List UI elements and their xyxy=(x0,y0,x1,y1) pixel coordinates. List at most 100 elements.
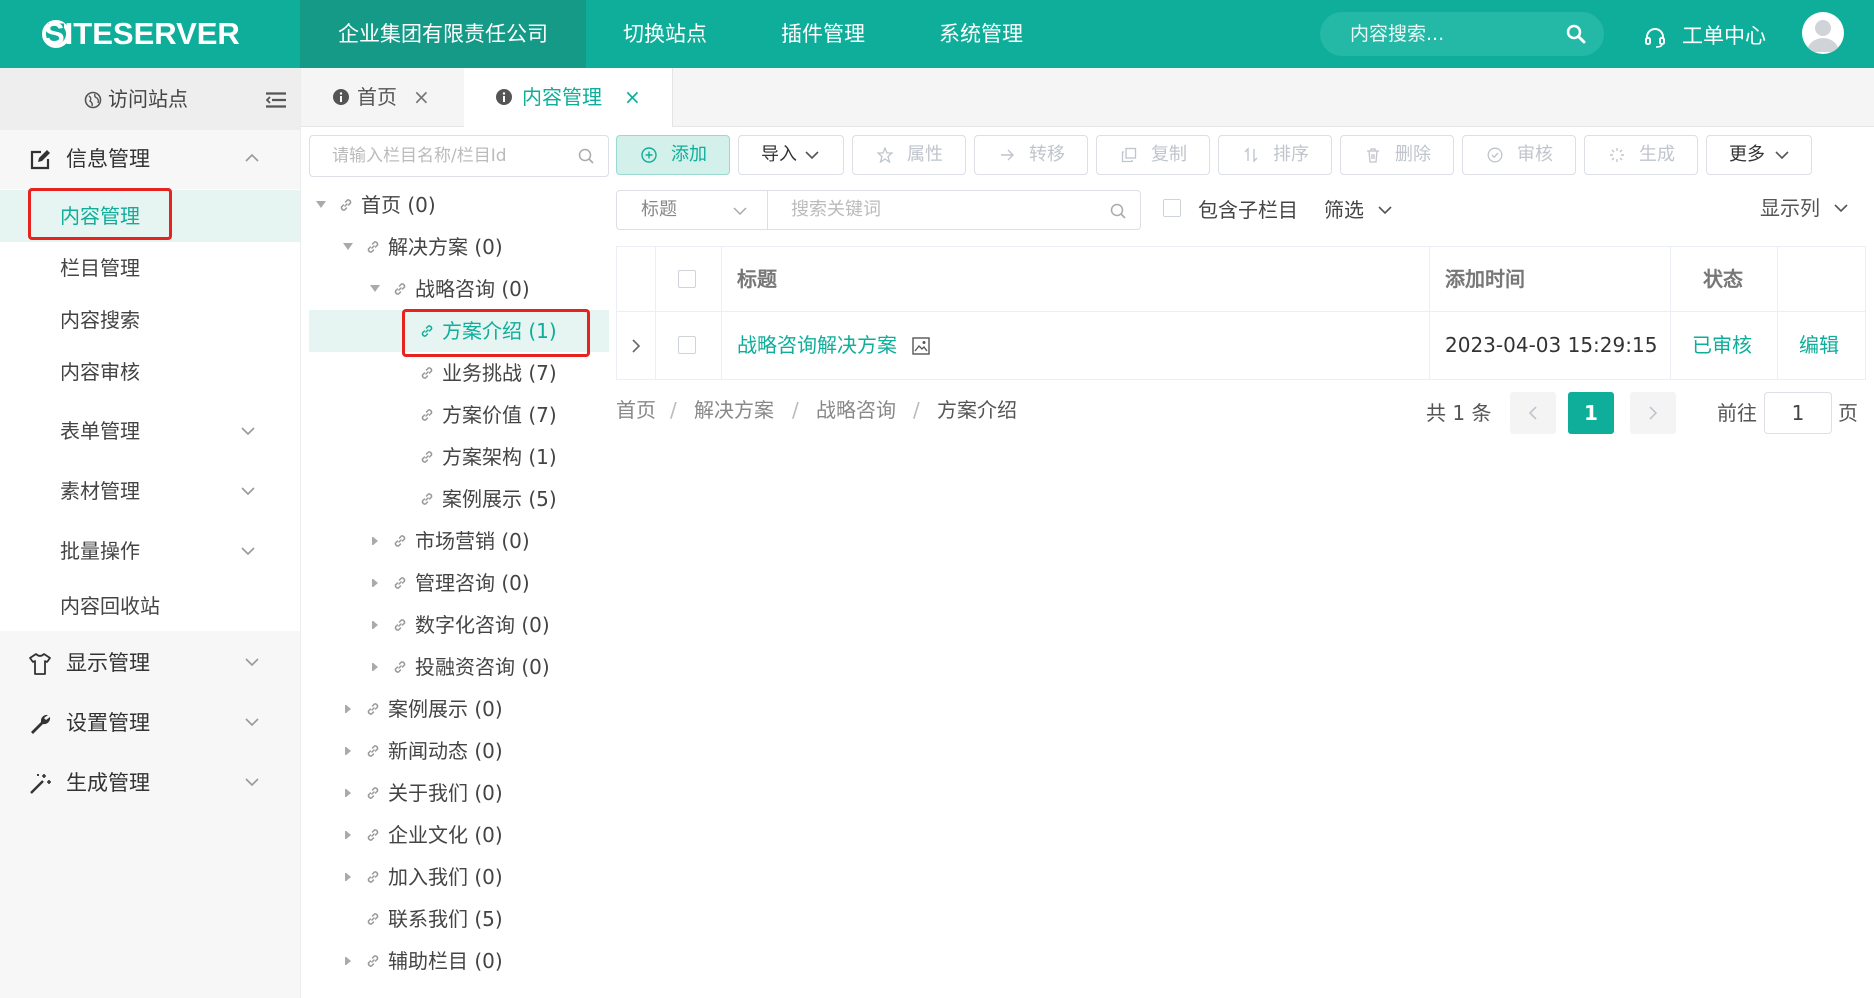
user-avatar[interactable] xyxy=(1802,12,1844,54)
link-icon xyxy=(338,197,354,213)
tree-node[interactable]: 新闻动态 (0) xyxy=(0,730,600,772)
tree-node[interactable]: 数字化咨询 (0) xyxy=(0,604,600,646)
svg-text:SITESERVER: SITESERVER xyxy=(44,16,240,51)
menu-collapse-icon[interactable] xyxy=(266,92,286,108)
nav-company[interactable]: 企业集团有限责任公司 xyxy=(300,0,586,68)
display-columns-dropdown[interactable]: 显示列 xyxy=(1760,188,1820,228)
tree-node-label: 案例展示 (5) xyxy=(442,487,557,511)
tree-node[interactable]: 战略咨询 (0) xyxy=(0,268,600,310)
tab-content-manage[interactable]: 内容管理 × xyxy=(464,68,673,127)
arrow-right-icon xyxy=(999,147,1015,163)
caret-right-icon[interactable] xyxy=(343,831,353,839)
globe-icon xyxy=(84,91,102,109)
copy-button[interactable]: 复制 xyxy=(1096,135,1210,175)
tree-node[interactable]: 企业文化 (0) xyxy=(0,814,600,856)
breadcrumb-strategy[interactable]: 战略咨询 xyxy=(816,390,896,430)
include-children-label[interactable]: 包含子栏目 xyxy=(1198,190,1298,230)
nav-system[interactable]: 系统管理 xyxy=(922,0,1040,68)
column-header-status[interactable]: 状态 xyxy=(1703,247,1743,311)
keyword-search-input[interactable]: 搜索关键词 xyxy=(791,191,881,229)
caret-right-icon[interactable] xyxy=(370,621,380,629)
content-search-input[interactable]: 内容搜索... xyxy=(1320,12,1604,56)
import-button[interactable]: 导入 xyxy=(738,135,844,175)
tree-node[interactable]: 案例展示 (5) xyxy=(0,478,600,520)
caret-down-icon[interactable] xyxy=(370,285,380,293)
column-search-placeholder: 请输入栏目名称/栏目Id xyxy=(332,146,507,166)
breadcrumb-solutions[interactable]: 解决方案 xyxy=(694,390,774,430)
link-icon xyxy=(365,239,381,255)
attributes-button[interactable]: 属性 xyxy=(852,135,966,175)
close-icon[interactable]: × xyxy=(413,68,430,126)
tree-node[interactable]: 辅助栏目 (0) xyxy=(0,940,600,982)
caret-right-icon[interactable] xyxy=(370,579,380,587)
include-children-checkbox[interactable] xyxy=(1163,199,1181,217)
tree-node-label: 战略咨询 (0) xyxy=(415,277,530,301)
visit-site-link[interactable]: 访问站点 xyxy=(108,68,188,130)
caret-right-icon[interactable] xyxy=(343,789,353,797)
breadcrumb-home[interactable]: 首页 xyxy=(616,390,656,430)
content-title-link[interactable]: 战略咨询解决方案 xyxy=(737,311,897,379)
select-all-checkbox[interactable] xyxy=(678,270,696,288)
pagination-page-current[interactable]: 1 xyxy=(1568,392,1614,434)
tree-node[interactable]: 关于我们 (0) xyxy=(0,772,600,814)
headset-icon xyxy=(1644,26,1666,48)
generate-button[interactable]: 生成 xyxy=(1584,135,1698,175)
tree-node[interactable]: 投融资咨询 (0) xyxy=(0,646,600,688)
sort-button[interactable]: 排序 xyxy=(1218,135,1332,175)
siteserver-logo[interactable]: SITESERVER xyxy=(42,12,262,56)
tree-node[interactable]: 方案架构 (1) xyxy=(0,436,600,478)
chevron-down-icon xyxy=(1834,203,1848,213)
tree-node[interactable]: 案例展示 (0) xyxy=(0,688,600,730)
tab-home[interactable]: 首页 × xyxy=(301,68,465,126)
link-icon xyxy=(392,575,408,591)
search-icon[interactable] xyxy=(1110,203,1126,219)
close-icon[interactable]: × xyxy=(624,68,641,126)
search-icon[interactable] xyxy=(1566,24,1586,44)
edit-icon xyxy=(28,148,52,172)
tree-node[interactable]: 联系我们 (5) xyxy=(0,898,600,940)
caret-right-icon[interactable] xyxy=(343,705,353,713)
column-search-input[interactable]: 请输入栏目名称/栏目Id xyxy=(309,135,609,177)
ticket-center-link[interactable]: 工单中心 xyxy=(1644,18,1766,54)
tree-node[interactable]: 市场营销 (0) xyxy=(0,520,600,562)
nav-plugins[interactable]: 插件管理 xyxy=(764,0,882,68)
tree-node[interactable]: 管理咨询 (0) xyxy=(0,562,600,604)
caret-down-icon[interactable] xyxy=(343,243,353,251)
delete-button[interactable]: 删除 xyxy=(1340,135,1454,175)
caret-right-icon[interactable] xyxy=(343,957,353,965)
sidebar-group-info[interactable]: 信息管理 xyxy=(0,130,300,188)
tree-node-label: 业务挑战 (7) xyxy=(442,361,557,385)
add-button[interactable]: 添加 xyxy=(616,135,730,175)
search-field-select[interactable]: 标题 xyxy=(617,191,768,229)
row-checkbox[interactable] xyxy=(678,336,696,354)
search-placeholder: 内容搜索... xyxy=(1350,23,1445,45)
tree-node[interactable]: 方案价值 (7) xyxy=(0,394,600,436)
nav-switch-site[interactable]: 切换站点 xyxy=(606,0,724,68)
transfer-button[interactable]: 转移 xyxy=(974,135,1088,175)
tree-node-label: 联系我们 (5) xyxy=(388,907,503,931)
caret-right-icon[interactable] xyxy=(370,537,380,545)
tree-node[interactable]: 解决方案 (0) xyxy=(0,226,600,268)
pagination-goto-input[interactable]: 1 xyxy=(1764,392,1832,434)
pagination-next[interactable] xyxy=(1630,392,1676,434)
tree-node-label: 数字化咨询 (0) xyxy=(415,613,550,637)
table-row: 战略咨询解决方案 2023-04-03 15:29:15 已审核 编辑 xyxy=(617,311,1865,379)
search-filter-box: 标题 搜索关键词 xyxy=(616,190,1141,230)
caret-right-icon[interactable] xyxy=(343,873,353,881)
caret-right-icon[interactable] xyxy=(370,663,380,671)
search-icon[interactable] xyxy=(578,148,594,164)
audit-button[interactable]: 审核 xyxy=(1462,135,1576,175)
tree-node[interactable]: 业务挑战 (7) xyxy=(0,352,600,394)
pagination-prev[interactable] xyxy=(1510,392,1556,434)
caret-right-icon[interactable] xyxy=(343,747,353,755)
filter-dropdown[interactable]: 筛选 xyxy=(1324,190,1364,230)
edit-link[interactable]: 编辑 xyxy=(1799,311,1839,379)
column-header-title[interactable]: 标题 xyxy=(737,247,777,311)
tree-node[interactable]: 加入我们 (0) xyxy=(0,856,600,898)
status-link[interactable]: 已审核 xyxy=(1692,311,1752,379)
tree-node[interactable]: 首页 (0) xyxy=(0,184,600,226)
column-header-added-time[interactable]: 添加时间 xyxy=(1445,247,1525,311)
more-button[interactable]: 更多 xyxy=(1706,135,1812,175)
caret-down-icon[interactable] xyxy=(316,201,326,209)
expand-row-icon[interactable] xyxy=(631,339,641,353)
